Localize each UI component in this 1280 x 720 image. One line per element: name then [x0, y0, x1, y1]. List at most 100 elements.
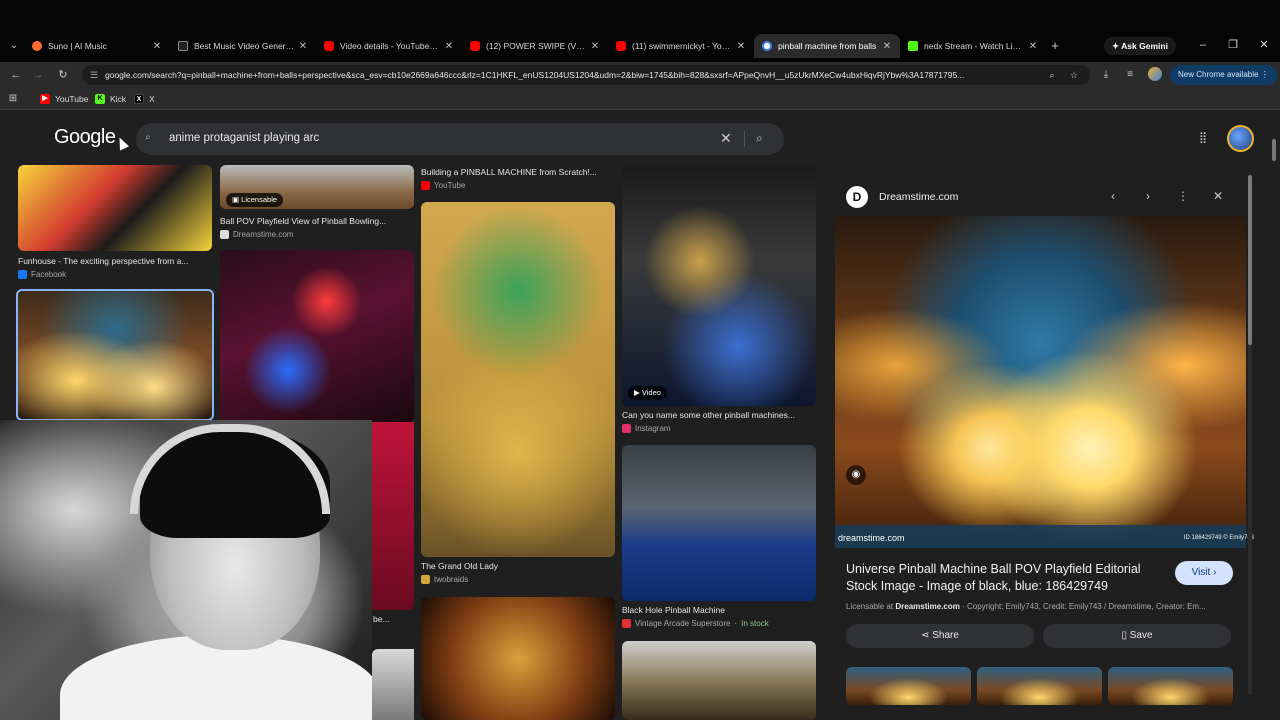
result-source[interactable]: YouTube — [421, 181, 465, 190]
back-arrow-icon[interactable]: ← — [8, 66, 24, 84]
tab-youtube-studio[interactable]: Video details - YouTube Stu ✕ — [316, 34, 462, 58]
ask-gemini-button[interactable]: ✦ Ask Gemini — [1104, 37, 1176, 55]
search-lens-icon[interactable]: ⌕ — [1046, 69, 1058, 81]
result-image-grand-old-lady[interactable] — [421, 202, 615, 557]
result-image-partial-bottom[interactable] — [372, 649, 414, 720]
image-preview-panel: D Dreamstime.com ‹ › ⋮ ✕ ◉ dreamstime.co… — [830, 169, 1260, 720]
close-tab-icon[interactable]: ✕ — [882, 41, 892, 52]
result-source[interactable]: Vintage Arcade Superstore · In stock — [622, 619, 769, 628]
result-image-video-playfield[interactable]: ▶ Video — [622, 165, 816, 406]
result-image-red-playfield[interactable] — [220, 250, 414, 422]
new-tab-button[interactable]: + — [1048, 36, 1062, 56]
bookmark-youtube[interactable]: ▶ YouTube — [40, 92, 88, 106]
clear-search-icon[interactable]: ✕ — [720, 130, 732, 147]
more-options-icon[interactable]: ⋮ — [1175, 188, 1191, 204]
license-info: Licensable at Dreamstime.com · Copyright… — [846, 602, 1236, 611]
bookmark-kick[interactable]: K Kick — [95, 92, 126, 106]
tab-pinball-search[interactable]: pinball machine from balls ✕ — [754, 34, 900, 58]
result-caption[interactable]: The Grand Old Lady — [421, 561, 615, 571]
new-chrome-available-button[interactable]: New Chrome available ⋮ — [1170, 65, 1277, 85]
site-info-icon[interactable]: ☰ — [88, 69, 100, 81]
result-image-black-hole[interactable] — [622, 445, 816, 601]
bookmark-x[interactable]: X X — [134, 92, 155, 106]
previous-result-icon[interactable]: ‹ — [1105, 188, 1121, 204]
save-button[interactable]: ▯ Save — [1043, 624, 1231, 648]
result-caption[interactable]: Black Hole Pinball Machine — [622, 605, 816, 615]
result-caption[interactable]: Ball POV Playfield View of Pinball Bowli… — [220, 216, 414, 226]
next-result-icon[interactable]: › — [1140, 188, 1156, 204]
tab-search-list-icon[interactable]: ≡ — [1123, 67, 1137, 83]
bookmark-star-icon[interactable]: ☆ — [1068, 69, 1080, 81]
related-image[interactable] — [977, 667, 1102, 705]
tab-title: pinball machine from balls — [778, 41, 877, 51]
google-lens-icon[interactable]: ◉ — [846, 465, 866, 485]
video-badge: ▶ Video — [628, 386, 667, 400]
result-source[interactable]: Facebook — [18, 270, 66, 279]
close-tab-icon[interactable]: ✕ — [1028, 41, 1038, 52]
result-image-partial[interactable] — [372, 422, 414, 610]
panel-main-image[interactable] — [835, 216, 1246, 548]
panel-scrollbar-thumb[interactable] — [1248, 175, 1252, 345]
tab-music-video-generator[interactable]: Best Music Video Generator ✕ — [170, 34, 316, 58]
download-icon[interactable]: ⤓ — [1099, 67, 1113, 83]
result-source[interactable]: Instagram — [622, 424, 671, 433]
bookmark-label: X — [149, 94, 155, 104]
maximize-icon[interactable]: ❐ — [1226, 36, 1240, 54]
tab-power-swipe[interactable]: (12) POWER SWIPE (VERS... ✕ — [462, 34, 608, 58]
tab-title: Best Music Video Generator — [194, 41, 294, 51]
google-images-page: Google ⌕ anime protaganist playing arc ✕… — [0, 111, 1280, 720]
tab-swimmernickyt[interactable]: (11) swimmernickyt - YouTu ✕ — [608, 34, 754, 58]
tab-title: (12) POWER SWIPE (VERS... — [486, 41, 586, 51]
account-avatar[interactable] — [1227, 125, 1254, 152]
licensable-site-link[interactable]: Dreamstime.com — [895, 602, 959, 611]
tab-title: nedx Stream - Watch Live o — [924, 41, 1024, 51]
tab-kick-stream[interactable]: nedx Stream - Watch Live o ✕ — [900, 34, 1046, 58]
google-apps-icon[interactable]: ⣿ — [1199, 132, 1211, 144]
share-icon: ⋖ — [921, 630, 933, 641]
tab-suno[interactable]: Suno | AI Music ✕ — [24, 34, 170, 58]
bookmark-icon: ▯ — [1121, 630, 1130, 641]
close-panel-icon[interactable]: ✕ — [1210, 188, 1226, 204]
facebook-icon — [18, 270, 27, 279]
close-tab-icon[interactable]: ✕ — [590, 41, 600, 52]
result-image-arcade-room[interactable] — [622, 641, 816, 720]
result-caption[interactable]: be... — [373, 614, 413, 624]
mouse-cursor-icon — [114, 135, 130, 151]
url-text[interactable]: google.com/search?q=pinball+machine+from… — [105, 69, 1035, 81]
visit-button[interactable]: Visit › — [1175, 561, 1233, 585]
apps-grid-icon[interactable]: ⊞ — [6, 91, 20, 107]
panel-image-title[interactable]: Universe Pinball Machine Ball POV Playfi… — [846, 561, 1166, 595]
close-window-icon[interactable]: ✕ — [1257, 36, 1271, 54]
result-source[interactable]: twobraids — [421, 575, 468, 584]
tab-search-icon[interactable]: ⌄ — [6, 38, 22, 54]
result-source[interactable]: Dreamstime.com — [220, 230, 293, 239]
google-logo[interactable]: Google — [54, 126, 116, 149]
close-tab-icon[interactable]: ✕ — [152, 41, 162, 52]
address-bar[interactable]: ☰ google.com/search?q=pinball+machine+fr… — [82, 65, 1090, 85]
dreamstime-logo-icon: D — [846, 186, 868, 208]
close-tab-icon[interactable]: ✕ — [298, 41, 308, 52]
panel-site-name[interactable]: Dreamstime.com — [879, 191, 958, 203]
related-image[interactable] — [1108, 667, 1233, 705]
related-image[interactable] — [846, 667, 971, 705]
share-label: Share — [932, 630, 959, 641]
result-image-selected[interactable] — [16, 289, 214, 421]
result-caption[interactable]: Funhouse - The exciting perspective from… — [18, 256, 212, 266]
result-image-gold-playfield[interactable] — [421, 597, 615, 720]
share-button[interactable]: ⋖ Share — [846, 624, 1034, 648]
search-box[interactable]: ⌕ anime protaganist playing arc ✕ ⌕ — [136, 123, 784, 155]
result-caption[interactable]: Building a PINBALL MACHINE from Scratch!… — [421, 167, 615, 177]
forward-arrow-icon[interactable]: → — [30, 66, 46, 84]
minimize-icon[interactable]: – — [1196, 36, 1210, 54]
profile-avatar-icon[interactable] — [1148, 67, 1162, 81]
page-scrollbar[interactable] — [1272, 139, 1276, 161]
licensable-prefix: Licensable at — [846, 602, 894, 611]
reload-icon[interactable]: ↻ — [55, 66, 71, 84]
search-input[interactable]: anime protaganist playing arc — [169, 132, 319, 144]
close-tab-icon[interactable]: ✕ — [736, 41, 746, 52]
result-image-ball-pov[interactable]: ▣ Licensable — [220, 165, 414, 209]
result-image-funhouse[interactable] — [18, 165, 212, 251]
result-caption[interactable]: Can you name some other pinball machines… — [622, 410, 816, 420]
close-tab-icon[interactable]: ✕ — [444, 41, 454, 52]
search-submit-icon[interactable]: ⌕ — [756, 131, 763, 146]
